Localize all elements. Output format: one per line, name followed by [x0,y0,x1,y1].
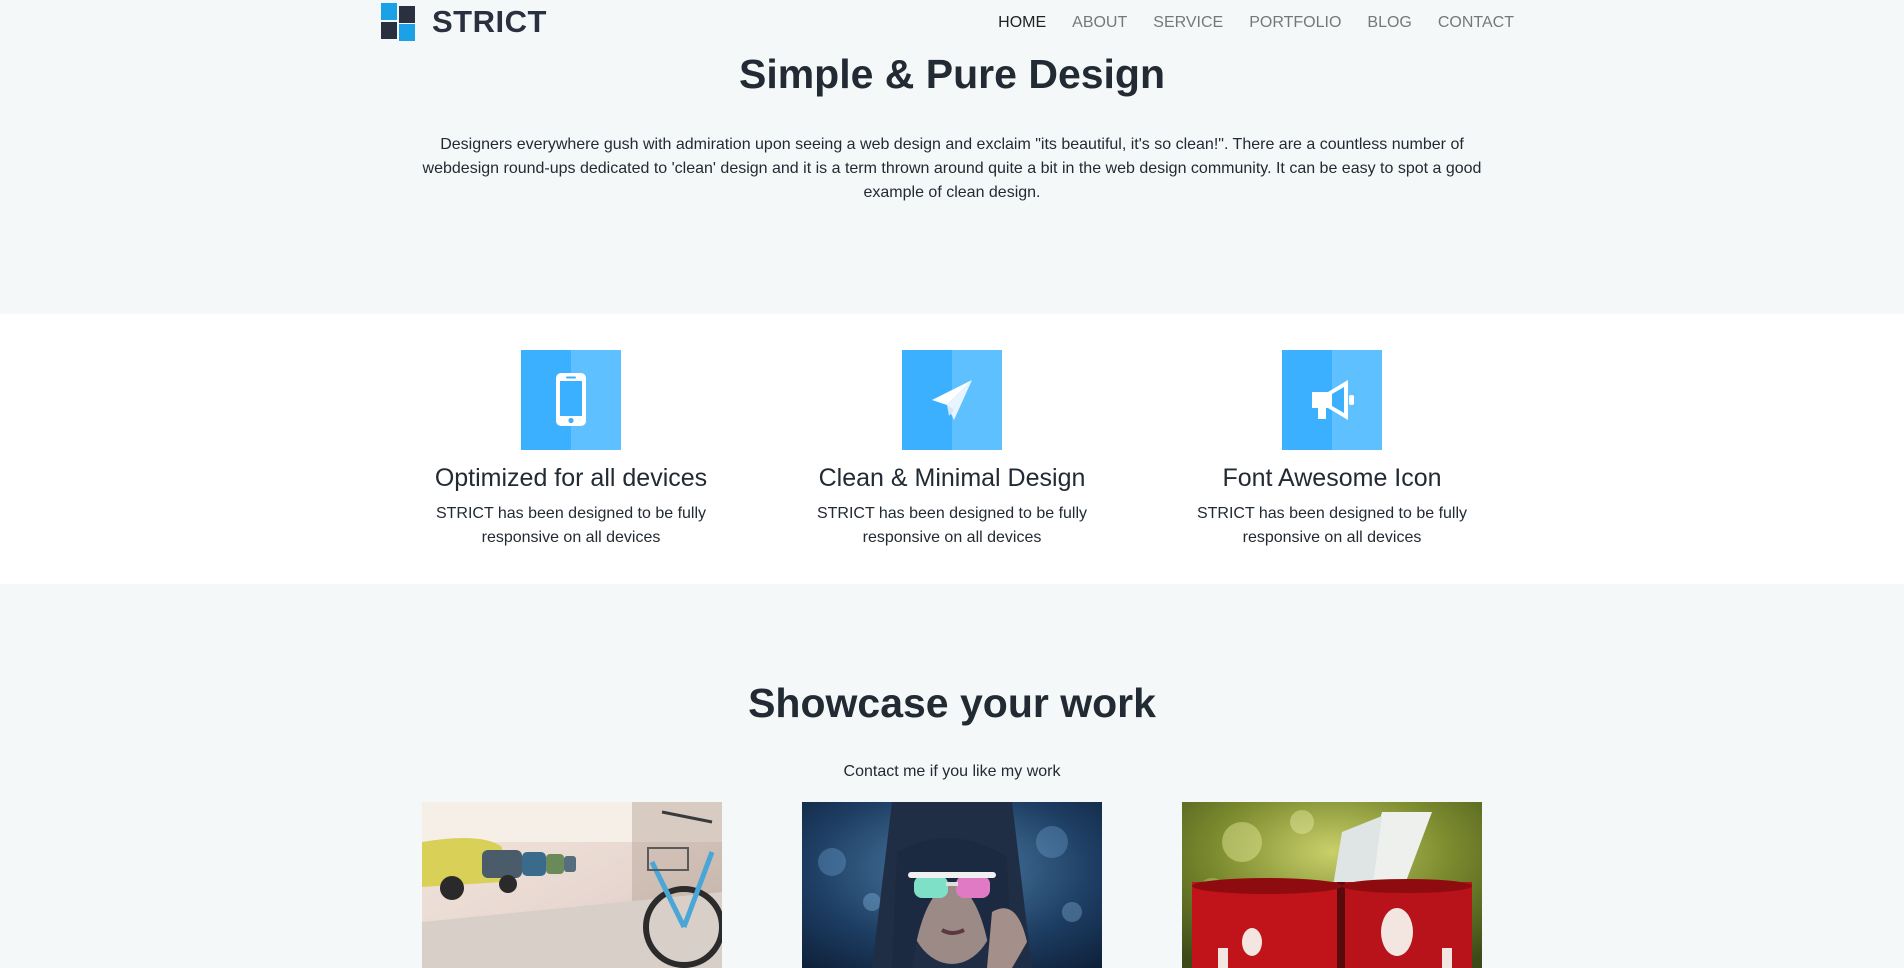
nav-item-service[interactable]: SERVICE [1153,12,1223,34]
four-squares-logo-icon [381,3,416,41]
nav-item-contact[interactable]: CONTACT [1438,12,1514,34]
navbar: STRICT HOME ABOUT SERVICE PORTFOLIO BLOG… [0,0,1904,46]
portfolio-thumb-mugs[interactable] [1182,802,1482,968]
hero-title: Simple & Pure Design [738,51,1166,97]
feature-text: STRICT has been designed to be fully res… [435,505,707,546]
feature-title: Clean & Minimal Design [818,464,1086,492]
paper-plane-icon [902,350,1002,450]
bullhorn-icon [1282,350,1382,450]
feature-title: Font Awesome Icon [1222,464,1442,492]
feature-text: STRICT has been designed to be fully res… [816,505,1088,546]
nav-item-about[interactable]: ABOUT [1072,12,1127,34]
showcase-section: Showcase your work Contact me if you lik… [0,584,1904,968]
showcase-subtitle: Contact me if you like my work [843,763,1061,780]
nav-item-blog[interactable]: BLOG [1367,12,1411,34]
brand-link[interactable]: STRICT [381,3,547,41]
portfolio-thumb-woman[interactable] [802,802,1102,968]
features-section: Optimized for all devices STRICT has bee… [0,314,1904,584]
brand-name: STRICT [432,4,547,39]
feature-card: Clean & Minimal Design STRICT has been d… [777,350,1127,550]
showcase-title: Showcase your work [748,680,1156,726]
feature-title: Optimized for all devices [434,464,708,492]
hero-section: Simple & Pure Design Designers everywher… [0,46,1904,314]
mobile-phone-icon [521,350,621,450]
feature-card: Font Awesome Icon STRICT has been design… [1157,350,1507,550]
nav-item-home[interactable]: HOME [998,12,1046,34]
main-nav: HOME ABOUT SERVICE PORTFOLIO BLOG CONTAC… [998,12,1514,34]
hero-text: Designers everywhere gush with admiratio… [422,136,1482,201]
feature-card: Optimized for all devices STRICT has bee… [396,350,746,550]
feature-text: STRICT has been designed to be fully res… [1196,505,1468,546]
nav-item-portfolio[interactable]: PORTFOLIO [1249,12,1341,34]
portfolio-thumb-bicycle[interactable] [422,802,722,968]
